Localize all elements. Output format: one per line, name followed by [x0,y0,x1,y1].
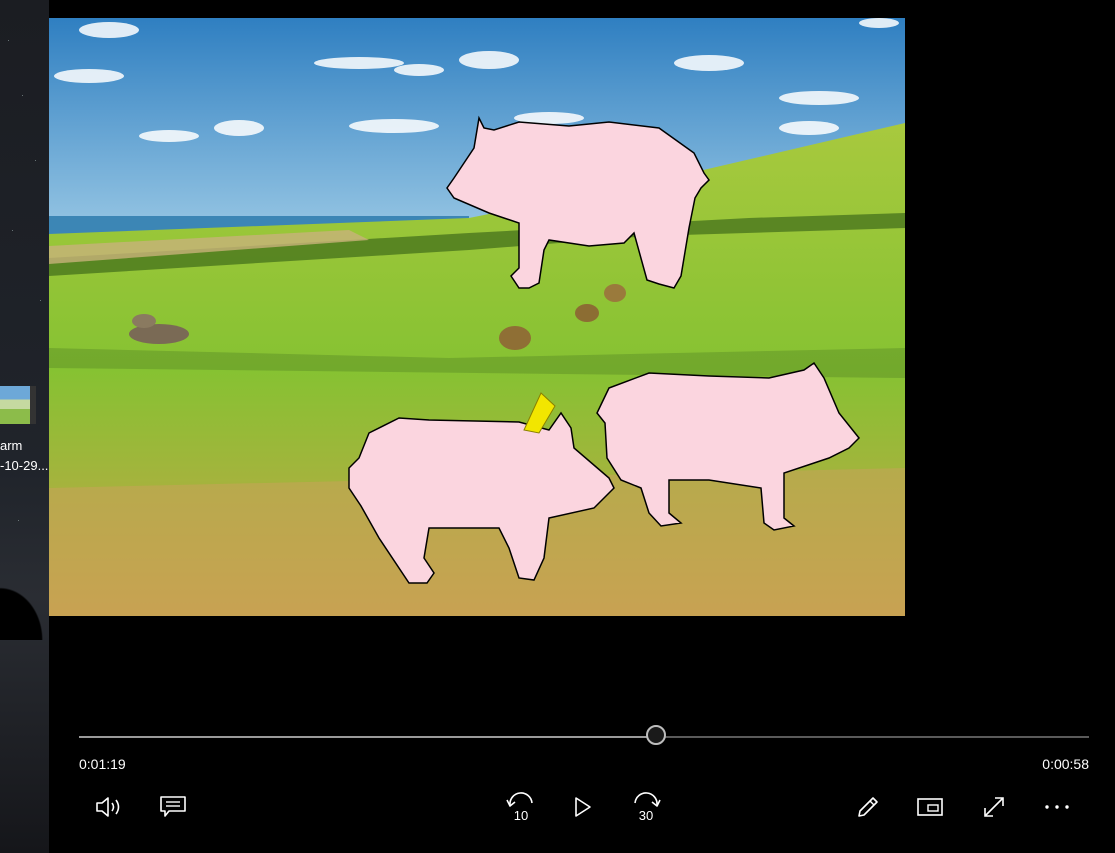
star [12,230,13,231]
play-button[interactable] [566,790,600,824]
skip-forward-30-icon: 30 [634,792,661,822]
video-thumbnail [0,386,36,424]
more-button[interactable] [1040,790,1074,824]
desktop-file-label-date[interactable]: -10-29... [0,458,48,473]
desktop-background: arm -10-29... [0,0,49,853]
skip-back-10-button[interactable]: 10 [503,790,539,824]
video-frame[interactable] [49,18,905,616]
star [18,520,19,521]
volume-icon [96,797,120,817]
star [22,95,23,96]
edit-button[interactable] [851,790,885,824]
hill-silhouette [0,580,49,640]
seek-bar-progress [79,736,656,738]
volume-button[interactable] [92,790,126,824]
star [8,40,9,41]
farm-scene [49,18,905,616]
skip-back-10-icon: 10 [506,792,533,822]
play-icon [575,797,591,817]
elapsed-time: 0:01:19 [79,756,126,772]
fullscreen-button[interactable] [977,790,1011,824]
captions-icon [160,796,186,817]
fullscreen-icon [984,797,1004,817]
star [40,300,41,301]
more-icon [1045,805,1069,809]
pencil-icon [858,797,878,817]
remaining-time: 0:00:58 [1042,756,1089,772]
star [35,160,36,161]
skip-forward-30-button[interactable]: 30 [628,790,664,824]
desktop-video-file-icon[interactable] [0,384,38,428]
skip-back-seconds: 10 [514,808,528,822]
mini-view-icon [917,798,943,816]
captions-button[interactable] [156,790,190,824]
skip-forward-seconds: 30 [639,808,653,822]
mini-view-button[interactable] [913,790,947,824]
seek-bar-thumb[interactable] [646,725,666,745]
desktop-file-label[interactable]: arm [0,438,22,453]
